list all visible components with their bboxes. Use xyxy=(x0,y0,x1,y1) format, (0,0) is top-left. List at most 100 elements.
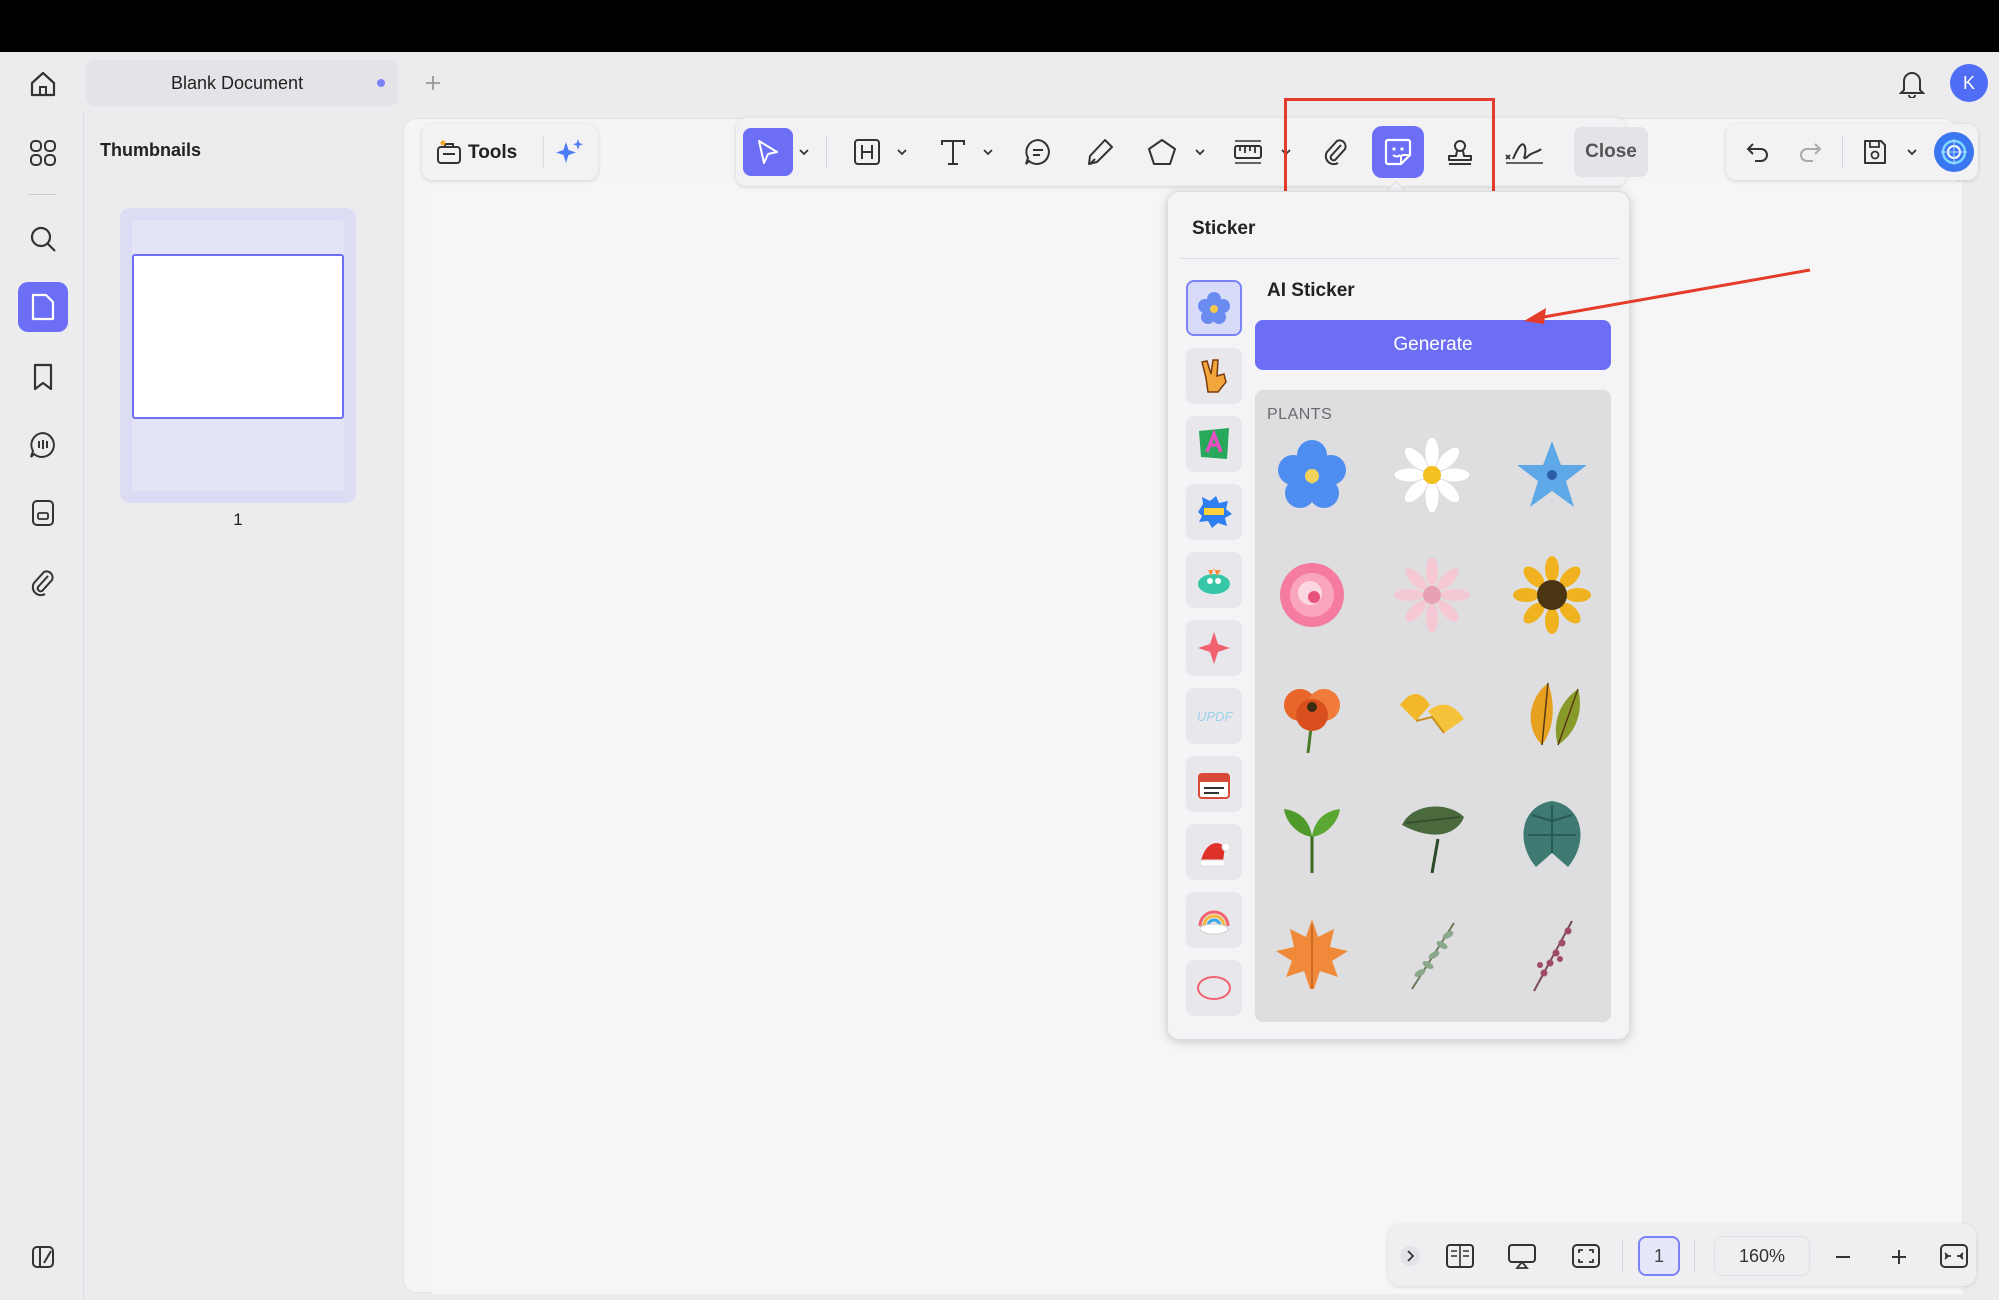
sticker-popover-title: Sticker xyxy=(1192,218,1256,239)
sticker-autumn-leaves[interactable] xyxy=(1507,670,1597,760)
attachment-icon[interactable] xyxy=(24,564,62,602)
zoom-out-icon[interactable] xyxy=(1828,1242,1858,1272)
tools-button[interactable]: Tools xyxy=(422,124,598,180)
bell-icon[interactable] xyxy=(1894,64,1930,102)
category-shapes[interactable] xyxy=(1186,620,1242,676)
chevron-down-icon[interactable] xyxy=(980,142,996,162)
category-doodles[interactable] xyxy=(1186,960,1242,1016)
bottom-separator xyxy=(1694,1240,1695,1272)
close-toolbar-button[interactable]: Close xyxy=(1574,127,1648,177)
apps-grid-icon[interactable] xyxy=(24,134,62,172)
page-thumbnail[interactable] xyxy=(120,208,356,503)
tools-divider xyxy=(543,136,544,168)
sticker-blue-star-flower[interactable] xyxy=(1507,430,1597,520)
thumbnails-icon[interactable] xyxy=(18,282,68,332)
avatar[interactable]: K xyxy=(1950,64,1988,102)
toolbar-separator xyxy=(826,136,827,168)
home-icon[interactable] xyxy=(24,66,62,102)
category-brand[interactable]: UPDF xyxy=(1186,688,1242,744)
current-page-field[interactable]: 1 xyxy=(1638,1236,1680,1276)
thumbnail-page-number: 1 xyxy=(233,510,243,529)
comments-icon[interactable] xyxy=(24,426,62,464)
thumbnails-title: Thumbnails xyxy=(100,140,202,160)
thumbnails-panel: Thumbnails 1 xyxy=(84,112,398,1300)
sticker-monstera-leaf[interactable] xyxy=(1387,790,1477,880)
popover-divider xyxy=(1180,258,1619,259)
chevron-down-icon[interactable] xyxy=(1904,142,1920,162)
save-icon[interactable] xyxy=(1858,134,1892,170)
sparkle-star-icon xyxy=(1198,632,1230,664)
category-creatures[interactable] xyxy=(1186,552,1242,608)
category-calendar[interactable] xyxy=(1186,756,1242,812)
sticker-orange-poppy[interactable] xyxy=(1267,670,1357,760)
chevron-down-icon[interactable] xyxy=(894,142,910,162)
peace-hand-icon xyxy=(1201,359,1227,393)
toolbar-separator xyxy=(1842,136,1843,168)
select-tool-button[interactable] xyxy=(743,128,793,176)
highlight-icon[interactable] xyxy=(850,132,884,172)
thumbnail-page xyxy=(132,254,344,419)
category-comic[interactable] xyxy=(1186,484,1242,540)
tools-label: Tools xyxy=(468,142,518,163)
sticker-eucalyptus[interactable] xyxy=(1387,910,1477,1000)
sticker-green-sprout[interactable] xyxy=(1267,790,1357,880)
thumbnail-frame xyxy=(132,220,344,491)
sticker-pink-rose[interactable] xyxy=(1267,550,1357,640)
unsaved-dot xyxy=(377,79,385,87)
comic-burst-icon xyxy=(1198,496,1232,528)
page-layout-icon[interactable] xyxy=(1442,1238,1478,1274)
document-tab-title: Blank Document xyxy=(171,73,304,93)
signature-icon[interactable] xyxy=(1502,132,1546,172)
ai-sticker-title: AI Sticker xyxy=(1267,280,1355,301)
section-label: PLANTS xyxy=(1267,406,1333,423)
ai-sparkle-icon[interactable] xyxy=(550,136,590,168)
bottom-separator xyxy=(1622,1240,1623,1272)
sticker-pink-gerbera[interactable] xyxy=(1387,550,1477,640)
undo-icon[interactable] xyxy=(1740,134,1774,170)
santa-hat-icon xyxy=(1199,842,1231,867)
chevron-right-icon[interactable] xyxy=(1396,1244,1424,1268)
annotation-arrow xyxy=(1524,268,1811,324)
sticker-white-daisy[interactable] xyxy=(1387,430,1477,520)
category-plants[interactable] xyxy=(1186,280,1242,336)
circle-doodle-icon xyxy=(1197,976,1231,1000)
pen-tool-icon[interactable] xyxy=(1082,132,1118,172)
cursor-icon xyxy=(754,138,782,166)
presentation-icon[interactable] xyxy=(1504,1238,1540,1274)
add-tab-icon[interactable] xyxy=(420,70,446,96)
search-icon[interactable] xyxy=(24,220,62,258)
updf-logo-icon: UPDF xyxy=(1197,709,1233,724)
fit-width-icon[interactable] xyxy=(1936,1238,1972,1274)
document-tab[interactable]: Blank Document xyxy=(86,60,398,106)
chevron-down-icon[interactable] xyxy=(796,142,812,162)
toolbox-icon xyxy=(434,138,464,168)
sticker-ginkgo-leaves[interactable] xyxy=(1387,670,1477,760)
sticker-sunflower[interactable] xyxy=(1507,550,1597,640)
sticker-maple-leaf[interactable] xyxy=(1267,910,1357,1000)
sticker-blue-flower[interactable] xyxy=(1267,430,1357,520)
text-tool-icon[interactable] xyxy=(936,132,970,172)
redo-icon[interactable] xyxy=(1794,134,1828,170)
flower-icon xyxy=(1198,292,1230,324)
category-gestures[interactable] xyxy=(1186,348,1242,404)
category-weather[interactable] xyxy=(1186,892,1242,948)
ai-assistant-icon[interactable] xyxy=(1934,132,1974,172)
calendar-icon xyxy=(1198,773,1230,799)
chevron-down-icon[interactable] xyxy=(1192,142,1208,162)
svg-text:UPDF: UPDF xyxy=(1197,709,1233,724)
category-letters[interactable] xyxy=(1186,416,1242,472)
category-holiday[interactable] xyxy=(1186,824,1242,880)
bookmark-icon[interactable] xyxy=(24,358,62,396)
sticker-red-berry-sprig[interactable] xyxy=(1507,910,1597,1000)
measure-tool-icon[interactable] xyxy=(1230,132,1266,172)
rainbow-icon xyxy=(1198,910,1230,935)
fit-screen-icon[interactable] xyxy=(1568,1238,1604,1274)
zoom-level[interactable]: 160% xyxy=(1714,1236,1810,1276)
comment-tool-icon[interactable] xyxy=(1020,132,1056,172)
sticker-grid-panel: PLANTS xyxy=(1255,390,1611,1022)
sticker-monstera-dark[interactable] xyxy=(1507,790,1597,880)
shape-tool-icon[interactable] xyxy=(1144,132,1180,172)
form-icon[interactable] xyxy=(24,494,62,532)
sidebar-toggle-icon[interactable] xyxy=(24,1238,62,1276)
zoom-in-icon[interactable] xyxy=(1884,1242,1914,1272)
